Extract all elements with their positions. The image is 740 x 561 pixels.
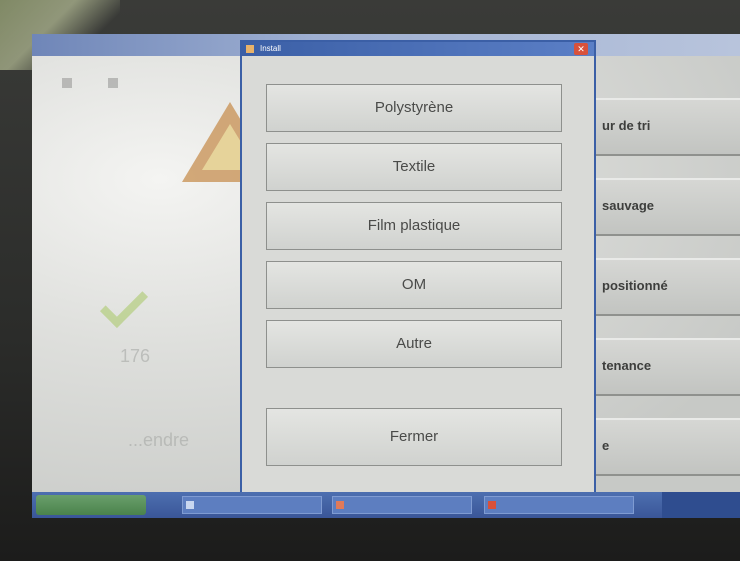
fermer-button[interactable]: Fermer — [266, 408, 562, 466]
taskbar-item[interactable] — [182, 496, 322, 514]
window-icon — [186, 501, 194, 509]
material-choice-dialog: Install ✕ Polystyrène Textile Film plast… — [240, 40, 596, 494]
window-icon — [488, 501, 496, 509]
background-count: 176 — [120, 346, 151, 366]
autre-button[interactable]: Autre — [266, 320, 562, 368]
om-button[interactable]: OM — [266, 261, 562, 309]
dialog-titlebar: Install ✕ — [242, 42, 594, 56]
toolbar-icon[interactable] — [108, 78, 118, 88]
window-icon — [336, 501, 344, 509]
background-button-label: ur de tri — [602, 118, 651, 133]
screen: 176 ...endre ur de tri sauvage positionn… — [32, 34, 740, 518]
background-faded-word: ...endre — [128, 430, 190, 450]
check-icon — [99, 279, 149, 329]
background-button-extra[interactable]: e — [592, 418, 740, 476]
taskbar-item[interactable] — [332, 496, 472, 514]
taskbar — [32, 492, 740, 518]
dialog-title: Install — [260, 44, 281, 53]
taskbar-item[interactable] — [484, 496, 634, 514]
start-button[interactable] — [36, 495, 146, 515]
toolbar-icon[interactable] — [62, 78, 72, 88]
background-button-label: positionné — [602, 278, 668, 293]
app-icon — [246, 45, 254, 53]
textile-button[interactable]: Textile — [266, 143, 562, 191]
background-button-label: e — [602, 438, 610, 453]
system-tray — [662, 492, 740, 518]
background-button-maintenance[interactable]: tenance — [592, 338, 740, 396]
close-icon[interactable]: ✕ — [574, 43, 588, 55]
background-button-tri[interactable]: ur de tri — [592, 98, 740, 156]
film-plastique-button[interactable]: Film plastique — [266, 202, 562, 250]
background-button-label: sauvage — [602, 198, 655, 213]
background-button-label: tenance — [602, 358, 652, 373]
background-button-positionne[interactable]: positionné — [592, 258, 740, 316]
background-button-sauvage[interactable]: sauvage — [592, 178, 740, 236]
polystyrene-button[interactable]: Polystyrène — [266, 84, 562, 132]
